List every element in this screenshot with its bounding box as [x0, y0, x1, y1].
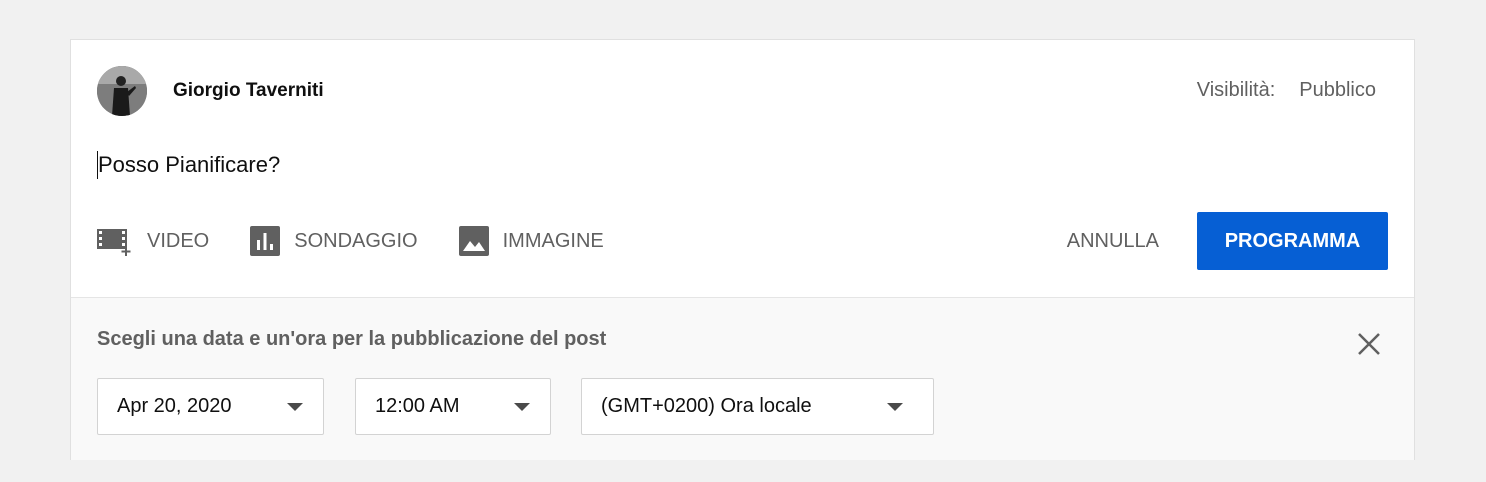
composer-actions: ANNULLA PROGRAMMA [1067, 212, 1388, 270]
add-image-button[interactable]: IMMAGINE [458, 226, 604, 256]
attachment-toolbar: VIDEO SONDAGGIO IMMAGINE [97, 226, 645, 256]
add-image-label: IMMAGINE [502, 229, 604, 252]
date-dropdown[interactable]: Apr 20, 2020 [97, 378, 324, 435]
image-icon [458, 226, 489, 256]
post-text-input[interactable]: Posso Pianificare? [97, 151, 280, 179]
close-icon[interactable] [1356, 331, 1382, 357]
add-poll-button[interactable]: SONDAGGIO [250, 226, 418, 256]
add-video-button[interactable]: VIDEO [97, 226, 209, 256]
visibility-label: Visibilità: [1196, 79, 1276, 101]
time-dropdown[interactable]: 12:00 AM [355, 378, 551, 435]
author-name: Giorgio Taverniti [173, 80, 324, 101]
visibility-value[interactable]: Pubblico [1299, 79, 1376, 102]
schedule-panel: Scegli una data e un'ora per la pubblica… [71, 297, 1414, 460]
date-value: Apr 20, 2020 [117, 395, 232, 417]
chevron-down-icon [287, 402, 303, 411]
timezone-dropdown[interactable]: (GMT+0200) Ora locale [581, 378, 934, 435]
time-value: 12:00 AM [375, 395, 460, 417]
avatar [97, 66, 147, 116]
poll-icon [250, 226, 281, 256]
schedule-button[interactable]: PROGRAMMA [1197, 212, 1388, 270]
visibility-selector[interactable]: Visibilità: Pubblico [1197, 79, 1376, 102]
chevron-down-icon [887, 402, 903, 411]
add-poll-label: SONDAGGIO [294, 229, 418, 252]
chevron-down-icon [514, 402, 530, 411]
schedule-title: Scegli una data e un'ora per la pubblica… [97, 328, 607, 350]
add-video-label: VIDEO [147, 229, 210, 252]
composer-top: Giorgio Taverniti Visibilità: Pubblico P… [71, 40, 1414, 297]
cancel-button[interactable]: ANNULLA [1067, 230, 1159, 253]
post-composer-card: Giorgio Taverniti Visibilità: Pubblico P… [70, 39, 1415, 460]
video-add-icon [97, 226, 133, 256]
timezone-value: (GMT+0200) Ora locale [601, 395, 812, 417]
